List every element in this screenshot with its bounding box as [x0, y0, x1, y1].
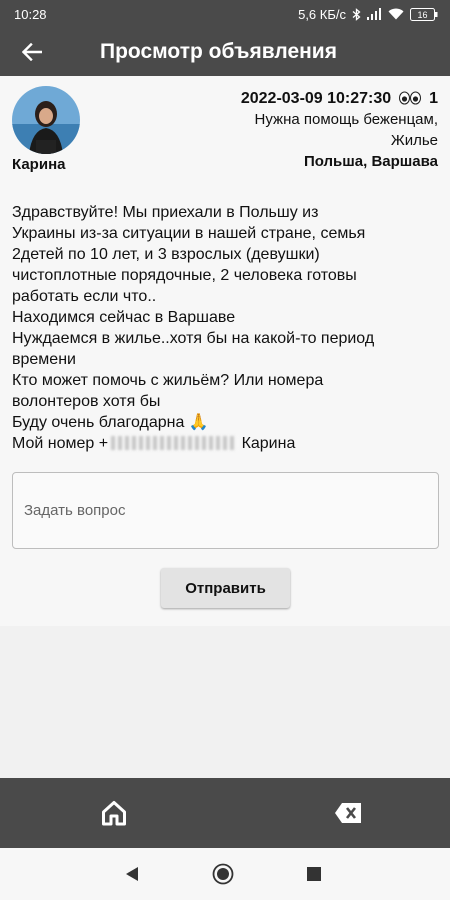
post-text-line: Кто может помочь с жильём? Или номера — [12, 372, 324, 389]
post-text: Здравствуйте! Мы приехали в Польшу из Ук… — [12, 202, 440, 454]
home-icon — [102, 801, 126, 826]
avatar[interactable] — [12, 86, 80, 154]
status-bar: 10:28 5,6 КБ/с 16 — [0, 0, 450, 28]
bluetooth-icon — [352, 7, 361, 21]
question-input[interactable] — [13, 473, 438, 548]
post-text-line: Находимся сейчас в Варшаве — [12, 309, 236, 326]
post-datetime: 2022-03-09 10:27:30 — [240, 90, 392, 107]
circle-home-icon — [212, 863, 234, 885]
post-text-line: Здравствуйте! Мы приехали в Польшу из — [12, 204, 319, 221]
app-bar: Просмотр объявления — [0, 28, 450, 76]
clear-button[interactable] — [332, 797, 364, 829]
system-back-button[interactable] — [120, 862, 144, 886]
phone-line: Мой номер + Карина — [12, 433, 440, 454]
wifi-icon — [388, 8, 404, 20]
backspace-icon — [335, 803, 361, 823]
post-category: Нужна помощь беженцам, — [254, 111, 438, 128]
post-meta: 2022-03-09 10:27:30 1 Нужна помощь бежен… — [138, 88, 438, 172]
status-icons: 5,6 КБ/с 16 — [298, 7, 438, 22]
post-view: Карина 2022-03-09 10:27:30 1 Нужна помощ… — [0, 76, 450, 626]
back-arrow-icon — [22, 43, 42, 61]
system-nav-bar — [0, 848, 450, 900]
triangle-back-icon — [126, 867, 138, 881]
post-text-line: времени — [12, 351, 76, 368]
post-text-line: работать если что.. — [12, 288, 157, 305]
post-text-line: 2детей по 10 лет, и 3 взрослых (девушки) — [12, 246, 320, 263]
status-time: 10:28 — [14, 6, 47, 22]
system-home-button[interactable] — [211, 862, 235, 886]
post-datetime-row: 2022-03-09 10:27:30 1 — [138, 88, 438, 109]
post-text-line: Буду очень благодарна 🙏 — [12, 414, 209, 431]
post-text-line: Украины из-за ситуации в нашей стране, с… — [12, 225, 366, 242]
redacted-phone — [111, 436, 238, 450]
post-subcategory: Жилье — [390, 132, 438, 149]
views-count: 1 — [429, 90, 438, 107]
signal-icon — [367, 8, 382, 20]
post-text-line: волонтеров хотя бы — [12, 393, 161, 410]
square-recents-icon — [307, 867, 321, 881]
post-text-line: Нуждаемся в жилье..хотя бы на какой-то п… — [12, 330, 375, 347]
phone-suffix: Карина — [241, 435, 296, 452]
author-name: Карина — [12, 156, 66, 173]
page-title: Просмотр объявления — [100, 40, 337, 63]
back-button[interactable] — [0, 28, 64, 76]
system-recents-button[interactable] — [302, 862, 326, 886]
battery-level: 16 — [417, 10, 427, 20]
post-location: Польша, Варшава — [303, 153, 438, 170]
question-field[interactable] — [12, 472, 439, 549]
network-speed: 5,6 КБ/с — [298, 6, 346, 22]
send-button[interactable]: Отправить — [161, 568, 290, 608]
bottom-nav — [0, 778, 450, 848]
home-button[interactable] — [98, 797, 130, 829]
phone-label: Мой номер + — [12, 435, 109, 452]
battery-icon: 16 — [410, 7, 438, 21]
eyes-icon — [398, 91, 421, 105]
post-text-line: чистоплотные порядочные, 2 человека гото… — [12, 267, 357, 284]
